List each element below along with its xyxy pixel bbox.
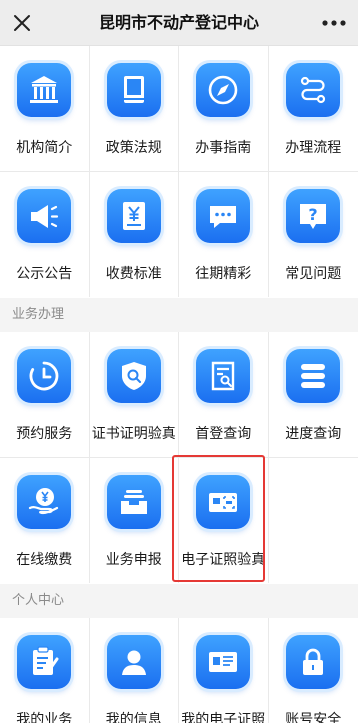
section-header-personal: 个人中心 xyxy=(0,584,358,618)
grid-item-announcement[interactable]: 公示公告 xyxy=(0,172,90,297)
institution-icon xyxy=(17,63,72,117)
grid-item-appointment[interactable]: 预约服务 xyxy=(0,332,90,457)
grid-item-my-e-license[interactable]: 我的电子证照 xyxy=(179,618,269,723)
section-title: 业务办理 xyxy=(12,307,65,322)
grid-item-label: 我的电子证照 xyxy=(181,712,266,723)
compass-icon xyxy=(196,63,251,117)
grid-item-label: 账号安全 xyxy=(285,712,342,723)
grid-item-first-registration-query[interactable]: 首登查询 xyxy=(179,332,269,457)
grid-item-label: 首登查询 xyxy=(195,426,252,442)
grid-item-account-security[interactable]: 账号安全 xyxy=(269,618,358,723)
payment-icon xyxy=(17,475,72,529)
section-header-business: 业务办理 xyxy=(0,298,358,332)
grid-item-label: 我的业务 xyxy=(16,712,73,723)
section-title: 个人中心 xyxy=(12,593,65,608)
message-icon xyxy=(196,189,251,243)
grid-item-process[interactable]: 办理流程 xyxy=(269,46,358,171)
grid-item-label: 证书证明验真 xyxy=(91,426,176,442)
grid-item-label: 进度查询 xyxy=(285,426,342,442)
grid-item-business-declaration[interactable]: 业务申报 xyxy=(90,458,179,583)
user-icon xyxy=(106,635,161,689)
grid-item-highlights[interactable]: 往期精彩 xyxy=(179,172,269,297)
grid-item-institution[interactable]: 机构简介 xyxy=(0,46,90,171)
grid-item-label: 办事指南 xyxy=(195,140,252,156)
grid-item-policy[interactable]: 政策法规 xyxy=(90,46,179,171)
flow-icon xyxy=(286,63,341,117)
grid-item-label: 往期精彩 xyxy=(195,266,252,282)
more-icon[interactable] xyxy=(320,12,348,34)
close-icon[interactable] xyxy=(8,9,36,37)
megaphone-icon xyxy=(17,189,72,243)
grid-item-label: 公示公告 xyxy=(16,266,73,282)
grid-item-label: 预约服务 xyxy=(16,426,73,442)
grid-item-label: 常见问题 xyxy=(285,266,342,282)
shield-search-icon xyxy=(106,349,161,403)
grid-item-my-info[interactable]: 我的信息 xyxy=(90,618,179,723)
list-icon xyxy=(286,349,341,403)
book-icon xyxy=(106,63,161,117)
grid-item-label: 机构简介 xyxy=(16,140,73,156)
top-bar: 昆明市不动产登记中心 xyxy=(0,0,358,46)
lock-icon xyxy=(286,635,341,689)
grid-item-my-business[interactable]: 我的业务 xyxy=(0,618,90,723)
grid-item-label: 我的信息 xyxy=(105,712,162,723)
page-title: 昆明市不动产登记中心 xyxy=(98,13,259,32)
grid-item-label: 收费标准 xyxy=(105,266,162,282)
fee-icon xyxy=(106,189,161,243)
grid-item-progress-query[interactable]: 进度查询 xyxy=(269,332,358,457)
clipboard-icon xyxy=(17,635,72,689)
highlight-box xyxy=(172,455,265,582)
question-icon: ? xyxy=(286,189,341,243)
document-search-icon xyxy=(196,349,251,403)
grid-item-certificate-verify[interactable]: 证书证明验真 xyxy=(90,332,179,457)
grid-item-label: 办理流程 xyxy=(285,140,342,156)
grid-item-label: 业务申报 xyxy=(105,552,162,568)
grid-item-online-payment[interactable]: 在线缴费 xyxy=(0,458,90,583)
grid-item-faq[interactable]: ? 常见问题 xyxy=(269,172,358,297)
svg-text:?: ? xyxy=(309,205,318,224)
personal-grid: 我的业务 我的信息 我的电子证照 账号安全 xyxy=(0,618,358,723)
grid-item-fee[interactable]: 收费标准 xyxy=(90,172,179,297)
grid-item-guide[interactable]: 办事指南 xyxy=(179,46,269,171)
grid-item-label: 在线缴费 xyxy=(16,552,73,568)
main-grid: 机构简介 政策法规 办事指南 办理流程 公示公告 收费标准 往期精彩 ? 常见问… xyxy=(0,46,358,298)
clock-icon xyxy=(17,349,72,403)
grid-item-label: 政策法规 xyxy=(105,140,162,156)
inbox-icon xyxy=(106,475,161,529)
id-card-icon xyxy=(196,635,251,689)
grid-item-empty xyxy=(269,458,358,583)
